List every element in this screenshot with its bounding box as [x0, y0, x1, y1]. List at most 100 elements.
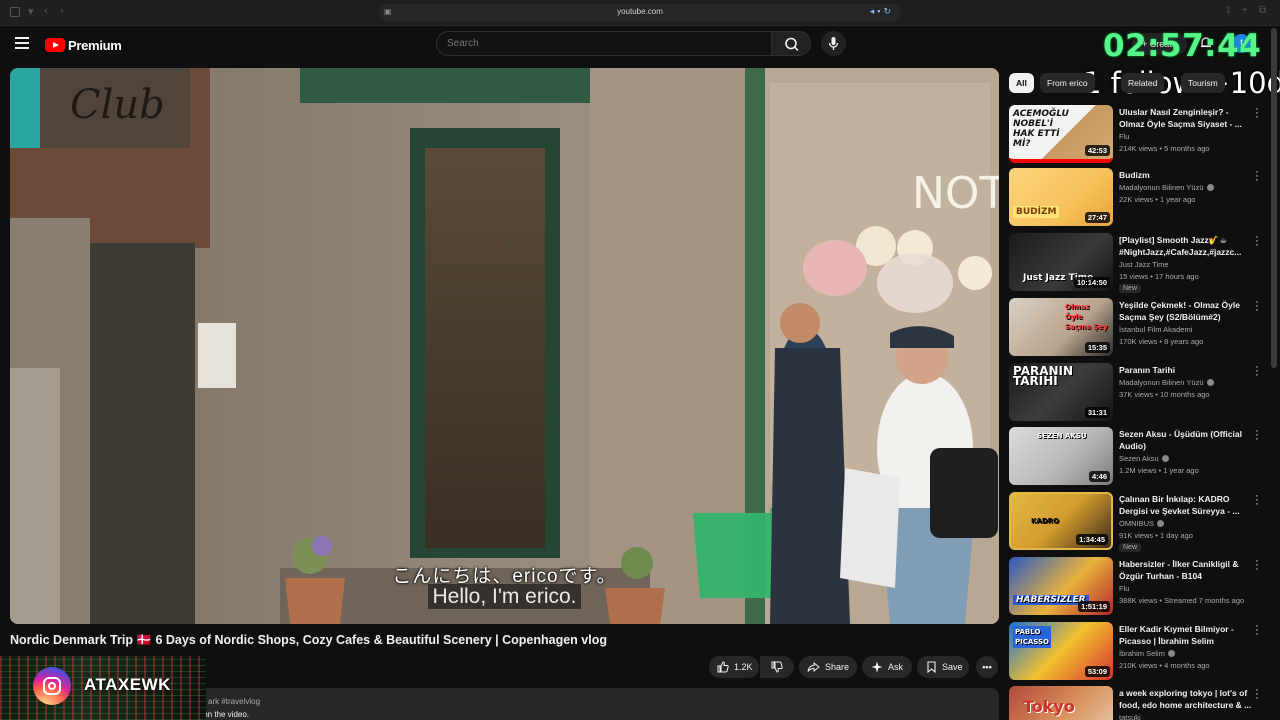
video-thumbnail[interactable]: Tokyo: [1009, 686, 1113, 720]
verified-check-icon: [1206, 184, 1214, 191]
recommendation-item[interactable]: ACEMOĞLU NOBEL'İ HAK ETTİ Mİ? 42:53 Ulusla…: [1009, 104, 1269, 163]
recommendation-item[interactable]: PABLO PICASSO 53:09 Eller Kadir Kıymet Bil…: [1009, 621, 1269, 680]
video-thumbnail[interactable]: BUDİZM 27:47: [1009, 168, 1113, 226]
recommendation-title[interactable]: [Playlist] Smooth Jazz🎷☕ #NightJazz,#Caf…: [1119, 234, 1253, 258]
recommendation-item[interactable]: Just Jazz Time 10:14:50 [Playlist] Smooth …: [1009, 232, 1269, 293]
channel-name[interactable]: OMNIBUS: [1119, 519, 1165, 528]
video-thumbnail[interactable]: SEZEN AKSU 4:46: [1009, 427, 1113, 485]
video-thumbnail[interactable]: PABLO PICASSO 53:09: [1009, 622, 1113, 680]
menu-icon[interactable]: [15, 37, 29, 49]
more-vertical-icon[interactable]: · · ·: [1254, 167, 1260, 186]
channel-name[interactable]: tatsuki: [1119, 713, 1141, 720]
video-thumbnail[interactable]: Olmaz Öyle Saçma Şey 15:35: [1009, 298, 1113, 356]
more-vertical-icon[interactable]: · · ·: [1254, 232, 1260, 251]
subtitle-english-text: Hello, I'm erico.: [428, 584, 581, 609]
more-actions-button[interactable]: •••: [976, 656, 998, 678]
share-browser-icon[interactable]: ⇪: [1224, 5, 1232, 16]
back-icon[interactable]: ‹: [44, 5, 48, 17]
video-duration: 1:34:45: [1076, 534, 1108, 545]
recommendation-title[interactable]: Sezen Aksu - Üşüdüm (Official Audio): [1119, 428, 1253, 452]
more-vertical-icon[interactable]: · · ·: [1254, 426, 1260, 445]
more-vertical-icon[interactable]: · · ·: [1254, 362, 1260, 381]
video-metadata: 388K views • Streamed 7 months ago: [1119, 596, 1245, 605]
save-button[interactable]: Save: [917, 656, 969, 678]
search-button[interactable]: [771, 31, 811, 56]
more-vertical-icon[interactable]: · · ·: [1254, 556, 1260, 575]
sidebar-toggle-icon[interactable]: [10, 7, 20, 17]
channel-name[interactable]: İbrahim Selim: [1119, 649, 1175, 658]
tabs-icon[interactable]: ⧉: [1259, 5, 1266, 16]
more-vertical-icon[interactable]: · · ·: [1254, 685, 1260, 704]
stream-timer: 02:57:44: [1103, 28, 1262, 64]
recommendation-title[interactable]: Budizm: [1119, 169, 1253, 181]
chip-from-erico[interactable]: From erico: [1040, 73, 1095, 93]
youtube-play-icon: [45, 38, 65, 52]
chip-all[interactable]: All: [1009, 73, 1034, 93]
channel-name-text: OMNIBUS: [1119, 519, 1155, 528]
recommendation-title[interactable]: Paranın Tarihi: [1119, 364, 1253, 376]
channel-name[interactable]: Madalyonun Bilinen Yüzü: [1119, 378, 1214, 387]
video-thumbnail[interactable]: HABERSIZLER 1:51:19: [1009, 557, 1113, 615]
channel-name[interactable]: İstanbul Film Akademi: [1119, 325, 1192, 334]
recommendation-item[interactable]: BUDİZM 27:47 Budizm Madalyonun Bilinen Yüzü…: [1009, 167, 1269, 226]
new-tab-icon[interactable]: +: [1242, 5, 1248, 16]
recommendation-title[interactable]: Yeşilde Çekmek! - Olmaz Öyle Saçma Şey (…: [1119, 299, 1253, 323]
instagram-overlay: ATAXEWK: [0, 656, 206, 720]
search-icon: [785, 37, 799, 52]
extension-icons[interactable]: ◂▪↻: [870, 6, 894, 17]
forward-icon[interactable]: ›: [60, 5, 64, 17]
recommendation-item[interactable]: SEZEN AKSU 4:46 Sezen Aksu - Üşüdüm (Offic…: [1009, 426, 1269, 485]
channel-name-text: Sezen Aksu: [1119, 454, 1159, 463]
recommendation-title[interactable]: a week exploring tokyo | lot's of food, …: [1119, 687, 1253, 711]
recommendation-title[interactable]: Eller Kadir Kıymet Bilmiyor - Picasso | …: [1119, 623, 1253, 647]
thumbnail-text: ACEMOĞLU NOBEL'İ HAK ETTİ Mİ?: [1013, 109, 1069, 149]
recommendation-item[interactable]: KADRO 1:34:45 Çalınan Bir İnkılap: KADRO D…: [1009, 491, 1269, 552]
more-vertical-icon[interactable]: · · ·: [1254, 104, 1260, 123]
video-duration: 31:31: [1084, 407, 1110, 418]
video-metadata: 15 views • 17 hours ago: [1119, 272, 1199, 281]
video-metadata: 37K views • 10 months ago: [1119, 390, 1210, 399]
search-box[interactable]: [436, 31, 772, 56]
video-metadata: 214K views • 5 months ago: [1119, 144, 1210, 153]
search-input[interactable]: [447, 38, 747, 49]
recommendation-item[interactable]: HABERSIZLER 1:51:19 Habersizler - İlker Ca…: [1009, 556, 1269, 615]
video-thumbnail[interactable]: KADRO 1:34:45: [1009, 492, 1113, 550]
like-button[interactable]: 1.2K: [709, 656, 759, 678]
new-badge: New: [1119, 543, 1142, 552]
chip-tourism[interactable]: Tourism: [1181, 73, 1225, 93]
video-metadata: 170K views • 8 years ago: [1119, 337, 1204, 346]
channel-name-text: Madalyonun Bilinen Yüzü: [1119, 183, 1204, 192]
video-thumbnail[interactable]: PARANIN TARİHİ 31:31: [1009, 363, 1113, 421]
video-thumbnail[interactable]: ACEMOĞLU NOBEL'İ HAK ETTİ Mİ? 42:53: [1009, 105, 1113, 163]
share-button[interactable]: Share: [799, 656, 857, 678]
recommendation-title[interactable]: Çalınan Bir İnkılap: KADRO Dergisi ve Şe…: [1119, 493, 1253, 517]
more-vertical-icon[interactable]: · · ·: [1254, 297, 1260, 316]
thumbnail-text: Olmaz Öyle Saçma Şey: [1065, 303, 1108, 331]
video-metadata: 91K views • 1 day ago: [1119, 531, 1193, 540]
more-vertical-icon[interactable]: · · ·: [1254, 621, 1260, 640]
address-bar[interactable]: ▣ youtube.com ◂▪↻: [380, 4, 900, 21]
youtube-premium-logo[interactable]: Premium: [45, 37, 122, 53]
more-vertical-icon[interactable]: · · ·: [1254, 491, 1260, 510]
voice-search-button[interactable]: [821, 31, 846, 56]
recommendation-item[interactable]: Olmaz Öyle Saçma Şey 15:35 Yeşilde Çekmek!…: [1009, 297, 1269, 356]
recommendation-item[interactable]: Tokyo a week exploring tokyo | lot's of f…: [1009, 685, 1269, 720]
channel-name[interactable]: Flu: [1119, 584, 1129, 593]
page-scrollbar[interactable]: [1271, 28, 1277, 368]
chip-related[interactable]: Related: [1121, 73, 1165, 93]
video-player[interactable]: Club NOT こんにちは、ericoです。 Hello, I'm erico…: [10, 68, 999, 624]
tab-overview-icon[interactable]: ▾: [28, 5, 34, 18]
recommendation-title[interactable]: Habersizler - İlker Canikligil & Özgür T…: [1119, 558, 1253, 582]
recommendation-item[interactable]: PARANIN TARİHİ 31:31 Paranın Tarihi Madalyo…: [1009, 362, 1269, 421]
video-thumbnail[interactable]: Just Jazz Time 10:14:50: [1009, 233, 1113, 291]
dislike-button[interactable]: [760, 656, 794, 678]
channel-name[interactable]: Just Jazz Time: [1119, 260, 1169, 269]
description-hashtags[interactable]: ark #travelvlog: [208, 697, 260, 706]
channel-name[interactable]: Madalyonun Bilinen Yüzü: [1119, 183, 1214, 192]
youtube-header: Premium + Create t: [0, 27, 1280, 63]
ask-button[interactable]: Ask: [862, 656, 912, 678]
recommendation-title[interactable]: Uluslar Nasıl Zenginleşir? - Olmaz Öyle …: [1119, 106, 1253, 130]
verified-check-icon: [1157, 520, 1165, 527]
channel-name[interactable]: Flu: [1119, 132, 1129, 141]
channel-name[interactable]: Sezen Aksu: [1119, 454, 1169, 463]
